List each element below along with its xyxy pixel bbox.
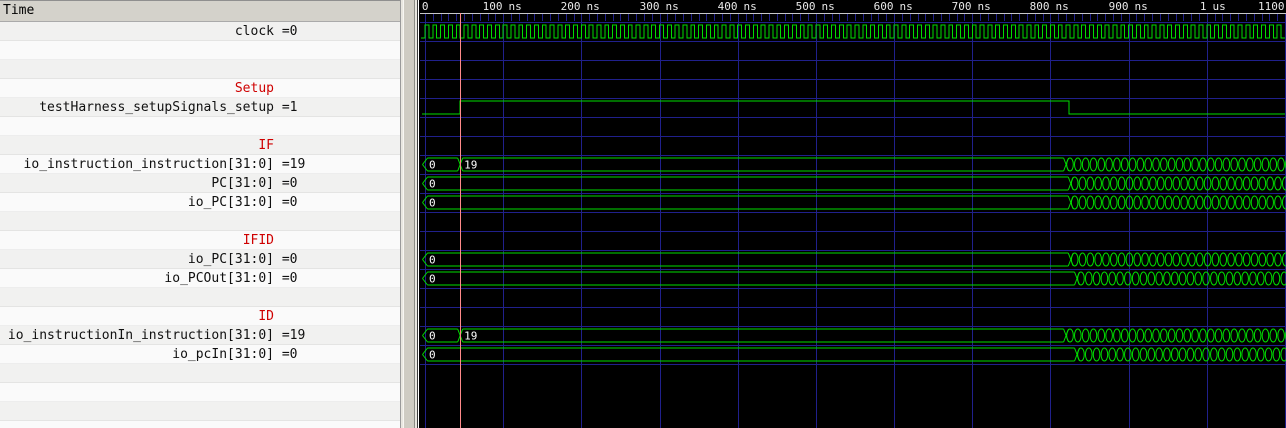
svg-text:1100: 1100 [1258,0,1285,13]
svg-text:0: 0 [429,178,436,191]
svg-text:ns: ns [1056,0,1069,13]
signal-io_PCOut[31:0][interactable]: io_PCOut[31:0] =0 [0,269,400,288]
svg-text:ns: ns [822,0,835,13]
wave-trace-PC[31:0]: 0 [423,177,1286,191]
blank-row [0,383,400,402]
wave-trace-io_PC[31:0]: 0 [423,253,1286,267]
signal-name: Setup [0,79,274,98]
blank-row [0,421,400,428]
blank-row [0,60,400,79]
signal-io_instruction_instruction[31:0][interactable]: io_instruction_instruction[31:0] =19 [0,155,400,174]
signal-name: io_PC[31:0] [0,250,274,269]
signal-name: io_pcIn[31:0] [0,345,274,364]
wave-trace-io_PC[31:0]: 0 [423,196,1286,210]
wave-trace-io_instructionIn_instruction[31:0]: 0 19 [423,329,1286,343]
svg-text:600: 600 [874,0,894,13]
svg-text:ns: ns [666,0,679,13]
signal-name: IFID [0,231,274,250]
blank-row [0,364,400,383]
blank-row [0,288,400,307]
svg-text:0: 0 [422,0,429,13]
signal-name: PC[31:0] [0,174,274,193]
signal-clock[interactable]: clock =0 [0,22,400,41]
svg-text:900: 900 [1109,0,1129,13]
group-header-Setup[interactable]: Setup [0,79,400,98]
signals-vertical-scrollbar[interactable] [403,0,415,428]
svg-text:200: 200 [561,0,581,13]
wave-panel-edge-highlight [418,0,419,428]
group-header-IF[interactable]: IF [0,136,400,155]
blank-row [0,212,400,231]
signal-name: clock [0,22,274,41]
signal-value: =0 [274,271,297,286]
gtkwave-window: Time clock =0 SetuptestHarness_setupSigna… [0,0,1286,428]
svg-text:800: 800 [1030,0,1050,13]
wave-trace-testHarness_setupSignals_setup [422,101,1285,114]
wave-trace-io_instruction_instruction[31:0]: 0 19 [423,158,1286,172]
signal-name: testHarness_setupSignals_setup [0,98,274,117]
waveform-canvas[interactable]: 0100ns200ns300ns400ns500ns600ns700ns800n… [420,0,1286,428]
svg-text:0: 0 [429,254,436,267]
svg-text:ns: ns [587,0,600,13]
signal-value: =1 [274,100,297,115]
grid [420,13,1286,428]
signal-PC[31:0][interactable]: PC[31:0] =0 [0,174,400,193]
svg-text:300: 300 [640,0,660,13]
svg-text:us: us [1213,0,1226,13]
signal-value: =0 [274,252,297,267]
signal-io_PC[31:0][interactable]: io_PC[31:0] =0 [0,193,400,212]
signal-testHarness_setupSignals_setup[interactable]: testHarness_setupSignals_setup =1 [0,98,400,117]
signal-name: io_PC[31:0] [0,193,274,212]
signal-list[interactable]: clock =0 SetuptestHarness_setupSignals_se… [0,22,400,428]
svg-text:19: 19 [464,159,477,172]
signal-name: io_instruction_instruction[31:0] [0,155,274,174]
signal-value: =0 [274,176,297,191]
group-header-IFID[interactable]: IFID [0,231,400,250]
svg-text:ns: ns [1135,0,1148,13]
wave-trace-io_pcIn[31:0]: 0 [423,348,1286,362]
svg-text:0: 0 [429,159,436,172]
signal-name: IF [0,136,274,155]
svg-text:0: 0 [429,273,436,286]
signal-name: io_instructionIn_instruction[31:0] [0,326,274,345]
svg-text:0: 0 [429,197,436,210]
signal-value: =0 [274,347,297,362]
wave-panel: 0100ns200ns300ns400ns500ns600ns700ns800n… [420,0,1286,428]
signal-io_PC[31:0][interactable]: io_PC[31:0] =0 [0,250,400,269]
blank-row [0,41,400,60]
signal-io_pcIn[31:0][interactable]: io_pcIn[31:0] =0 [0,345,400,364]
group-header-ID[interactable]: ID [0,307,400,326]
signal-name: ID [0,307,274,326]
wave-trace-clock [421,25,1285,38]
svg-text:100: 100 [483,0,503,13]
svg-text:500: 500 [796,0,816,13]
svg-text:700: 700 [952,0,972,13]
signal-name: io_PCOut[31:0] [0,269,274,288]
timescale[interactable]: 0 100 ns 200 ns 300 ns 400 ns 500 ns 600 ns 700 ns 800 n… [420,0,1286,14]
signal-io_instructionIn_instruction[31:0][interactable]: io_instructionIn_instruction[31:0] =19 [0,326,400,345]
time-column-header: Time [0,0,400,22]
svg-text:ns: ns [900,0,913,13]
svg-text:ns: ns [978,0,991,13]
svg-text:0: 0 [429,330,436,343]
wave-trace-io_PCOut[31:0]: 0 [423,272,1286,286]
signals-panel: Time clock =0 SetuptestHarness_setupSigna… [0,0,400,428]
signal-value: =0 [274,24,297,39]
signal-value: =0 [274,195,297,210]
signal-value: =19 [274,157,305,172]
svg-text:400: 400 [718,0,738,13]
blank-row [0,117,400,136]
svg-text:1: 1 [1200,0,1207,13]
svg-text:ns: ns [509,0,522,13]
signal-value: =19 [274,328,305,343]
blank-row [0,402,400,421]
svg-text:0: 0 [429,349,436,362]
panel-separator [400,0,420,428]
svg-text:ns: ns [744,0,757,13]
svg-text:19: 19 [464,330,477,343]
